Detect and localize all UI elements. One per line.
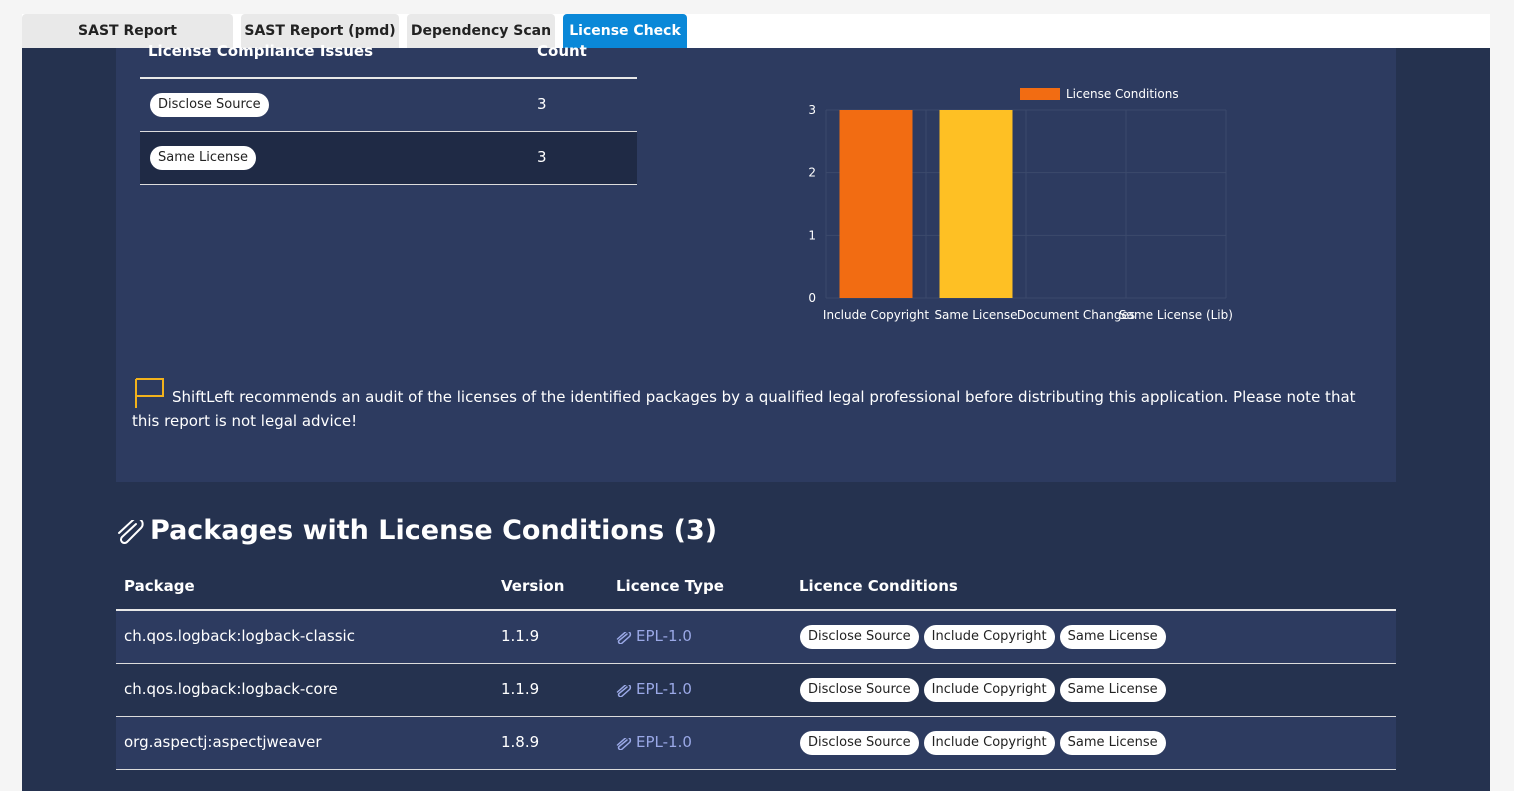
license-check-panel: License Compliance Issues Count Disclose… (22, 42, 1490, 791)
table-row: Disclose Source 3 (140, 79, 637, 132)
bar (939, 110, 1013, 298)
issue-badge: Disclose Source (150, 93, 269, 117)
section-count: (3) (673, 515, 718, 546)
x-tick-label: Include Copyright (823, 308, 929, 322)
condition-badge: Same License (1059, 678, 1166, 702)
legal-advisory: ShiftLeft recommends an audit of the lic… (132, 385, 1372, 433)
license-link[interactable]: EPL-1.0 (616, 627, 692, 645)
license-link[interactable]: EPL-1.0 (616, 733, 692, 751)
table-header: License Compliance Issues Count (140, 42, 637, 79)
package-name: org.aspectj:aspectjweaver (124, 733, 322, 751)
section-title: Packages with License Conditions (150, 515, 665, 546)
license-conditions-chart: 0 1 2 3 Include Copyright Same License Documen… (808, 87, 1233, 322)
y-tick-label: 2 (808, 166, 816, 180)
y-tick-label: 0 (808, 291, 816, 305)
y-tick-label: 3 (808, 103, 816, 117)
paperclip-icon (118, 520, 144, 544)
package-version: 1.1.9 (501, 627, 540, 645)
y-tick-label: 1 (808, 228, 816, 242)
packages-table: Package Version Licence Type Licence Con… (116, 571, 1396, 770)
condition-badge: Disclose Source (800, 625, 919, 649)
paperclip-icon (616, 683, 632, 698)
package-name: ch.qos.logback:logback-classic (124, 627, 355, 645)
package-name: ch.qos.logback:logback-core (124, 680, 338, 698)
paperclip-icon (616, 630, 632, 645)
legend-label: License Conditions (1066, 87, 1179, 101)
licence-conditions: Disclose Source Include Copyright Same Lic… (800, 731, 1171, 755)
legend-swatch (1020, 88, 1060, 100)
table-row: ch.qos.logback:logback-core 1.1.9 EPL-1.0 D… (116, 664, 1396, 717)
license-type: EPL-1.0 (636, 680, 692, 698)
condition-badge: Include Copyright (923, 678, 1055, 702)
condition-badge: Include Copyright (923, 731, 1055, 755)
condition-badge: Same License (1059, 731, 1166, 755)
compliance-issues-table: License Compliance Issues Count Disclose… (140, 42, 637, 185)
header-licence-conditions: Licence Conditions (799, 577, 958, 595)
header-version: Version (501, 577, 565, 595)
package-version: 1.8.9 (501, 733, 540, 751)
paperclip-icon (616, 736, 632, 751)
license-link[interactable]: EPL-1.0 (616, 680, 692, 698)
issue-count: 3 (537, 148, 547, 166)
table-row: Same License 3 (140, 132, 637, 185)
issue-badge: Same License (150, 146, 257, 170)
licence-conditions: Disclose Source Include Copyright Same Lic… (800, 625, 1171, 649)
licence-conditions: Disclose Source Include Copyright Same Lic… (800, 678, 1171, 702)
advisory-text: ShiftLeft recommends an audit of the lic… (132, 388, 1356, 430)
license-type: EPL-1.0 (636, 627, 692, 645)
x-tick-label: Document Changes (1017, 308, 1135, 322)
table-header: Package Version Licence Type Licence Con… (116, 571, 1396, 611)
header-licence-type: Licence Type (616, 577, 724, 595)
issue-count: 3 (537, 95, 547, 113)
condition-badge: Same License (1059, 625, 1166, 649)
condition-badge: Include Copyright (923, 625, 1055, 649)
package-version: 1.1.9 (501, 680, 540, 698)
bar (839, 110, 913, 298)
compliance-summary-card: License Compliance Issues Count Disclose… (116, 42, 1396, 482)
header-package: Package (124, 577, 195, 595)
table-row: ch.qos.logback:logback-classic 1.1.9 EPL-1… (116, 611, 1396, 664)
condition-badge: Disclose Source (800, 678, 919, 702)
x-tick-label: Same License (934, 308, 1017, 322)
header-issues: License Compliance Issues (148, 42, 374, 60)
x-tick-label: Same License (Lib) (1119, 308, 1233, 322)
table-row: org.aspectj:aspectjweaver 1.8.9 EPL-1.0 Dis… (116, 717, 1396, 770)
condition-badge: Disclose Source (800, 731, 919, 755)
license-type: EPL-1.0 (636, 733, 692, 751)
header-count: Count (537, 42, 587, 60)
tab-dependency-scan[interactable]: Dependency Scan (407, 14, 555, 48)
